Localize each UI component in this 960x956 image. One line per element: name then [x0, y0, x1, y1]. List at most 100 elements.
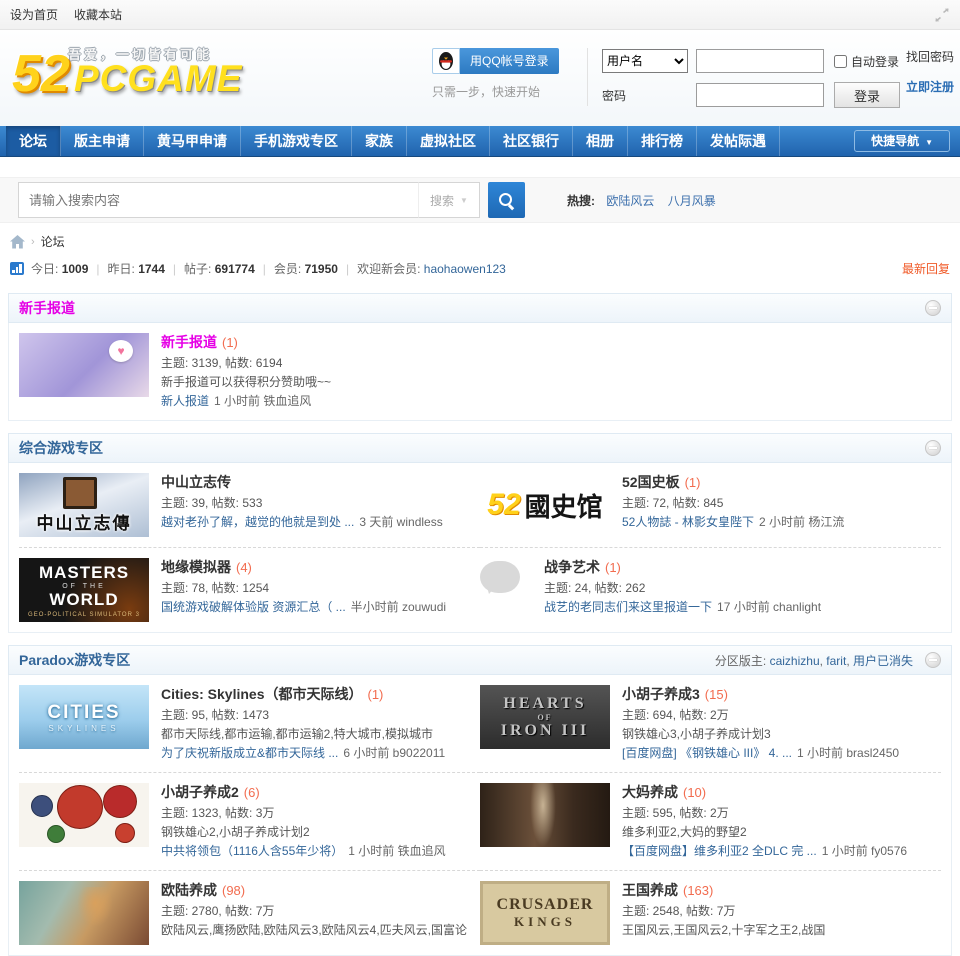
forum-title-link[interactable]: 小胡子养成2 [161, 784, 239, 800]
password-field[interactable] [695, 83, 824, 107]
nav-item[interactable]: 论坛 [6, 126, 61, 156]
section-title[interactable]: 综合游戏专区 [19, 438, 103, 458]
forum-icon[interactable]: MASTERS OF THE WORLD GEO-POLITICAL SIMULATO… [19, 558, 149, 622]
hot-search-link[interactable]: 八月风暴 [668, 194, 716, 208]
forum-title-line: 地缘模拟器 (4) [161, 558, 470, 578]
moderator-link[interactable]: 用户已消失 [853, 654, 913, 668]
forum-lastpost: 国统游戏破解体验版 资源汇总（ ... 半小时前 zouwudi [161, 599, 470, 616]
forum-info: 52国史板 (1) 主题: 72, 帖数: 845 52人物誌 - 林影女皇陛下 2 小… [622, 473, 931, 537]
forum-title-link[interactable]: 小胡子养成3 [622, 686, 700, 702]
forum-stats: 主题: 2780, 帖数: 7万 [161, 904, 275, 918]
forum-icon[interactable] [19, 783, 149, 847]
username-field[interactable] [695, 49, 824, 73]
forum-title-link[interactable]: 大妈养成 [622, 784, 678, 800]
widescreen-toggle-icon[interactable] [934, 7, 950, 22]
forum-title-line: 小胡子养成2 (6) [161, 783, 470, 803]
nav-item[interactable]: 相册 [573, 126, 628, 156]
forum-title-link[interactable]: 地缘模拟器 [161, 559, 231, 575]
login-divider [586, 48, 588, 106]
lastpost-meta: 1 小时前 brasl2450 [797, 746, 900, 760]
lastpost-link[interactable]: [百度网盘] 《钢铁雄心 III》 4. ... [622, 746, 792, 760]
quick-nav-button[interactable]: 快捷导航 ▼ [854, 130, 950, 152]
forum-icon[interactable] [19, 881, 149, 945]
nav-item[interactable]: 手机游戏专区 [241, 126, 352, 156]
forum-lastpost: 52人物誌 - 林影女皇陛下 2 小时前 杨江流 [622, 514, 931, 531]
find-password-link[interactable]: 找回密码 [906, 48, 954, 65]
forum-title-link[interactable]: 新手报道 [161, 334, 217, 350]
forum-image-text: CITIES [47, 701, 121, 723]
breadcrumb-forum-link[interactable]: 论坛 [41, 233, 65, 250]
forum-new-count: (6) [243, 785, 260, 800]
moderator-link[interactable]: farit [826, 654, 846, 668]
countryball-shape [47, 825, 65, 843]
nav-item[interactable]: 虚拟社区 [407, 126, 490, 156]
forum-title-link[interactable]: 战争艺术 [544, 559, 600, 575]
forum-image-text: 中山立志傳 [36, 514, 132, 533]
lastpost-meta: 3 天前 windless [359, 515, 443, 529]
lastpost-link[interactable]: 战艺的老同志们来这里报道一下 [544, 600, 712, 614]
search-type-dropdown[interactable]: 搜索 ▼ [418, 182, 480, 218]
moderators: 分区版主: caizhizhu, farit, 用户已消失 [714, 653, 913, 668]
site-header: 吾爱，一切皆有可能 52 PCGAME 用QQ帐号登录 只需一步，快速开始 用户… [0, 30, 960, 126]
latest-reply-link[interactable]: 最新回复 [902, 260, 950, 277]
qq-login-button[interactable]: 用QQ帐号登录 [460, 48, 559, 74]
lastpost-link[interactable]: 中共将领包（1116人含55年少将） [161, 844, 343, 858]
section-body: ♥ 新手报道 (1) 主题: 3139, 帖数: 6194 新手报道可以获得积分赞助哦~… [8, 323, 952, 421]
hot-search-link[interactable]: 欧陆风云 [606, 194, 654, 208]
forum-title-link[interactable]: 中山立志传 [161, 474, 231, 490]
forum-info: 小胡子养成2 (6) 主题: 1323, 帖数: 3万 钢铁雄心2,小胡子养成计划2 中… [161, 783, 470, 860]
nav-item[interactable]: 发帖际遇 [697, 126, 780, 156]
lastpost-link[interactable]: 国统游戏破解体验版 资源汇总（ ... [161, 600, 346, 614]
forum-icon[interactable] [480, 783, 610, 847]
moderator-link[interactable]: caizhizhu [770, 654, 820, 668]
lastpost-link[interactable]: 【百度网盘】维多利亚2 全DLC 完 ... [622, 844, 817, 858]
set-homepage-link[interactable]: 设为首页 [10, 0, 58, 30]
qq-icon-box [432, 48, 460, 74]
nav-item[interactable]: 黄马甲申请 [144, 126, 241, 156]
search-input[interactable] [18, 182, 418, 218]
collapse-button[interactable] [925, 300, 941, 316]
nav-item[interactable]: 版主申请 [61, 126, 144, 156]
newest-member-link[interactable]: haohaowen123 [424, 262, 506, 276]
section-title[interactable]: 新手报道 [19, 298, 75, 318]
lastpost-link[interactable]: 新人报道 [161, 394, 209, 408]
forum-title-link[interactable]: Cities: Skylines（都市天际线） [161, 686, 363, 702]
forum-image-text: MASTERS [38, 562, 130, 582]
forum-icon[interactable] [480, 558, 532, 622]
nav-item[interactable]: 社区银行 [490, 126, 573, 156]
nav-item[interactable]: 排行榜 [628, 126, 697, 156]
search-icon [499, 192, 514, 208]
forum-icon[interactable]: ♥ [19, 333, 149, 397]
forum-icon[interactable]: HEARTS OF IRON III [480, 685, 610, 749]
collapse-button[interactable] [925, 440, 941, 456]
forum-title-link[interactable]: 欧陆养成 [161, 882, 217, 898]
quick-nav-label: 快捷导航 [871, 134, 920, 148]
register-link[interactable]: 立即注册 [906, 78, 954, 95]
section-header: 综合游戏专区 [8, 433, 952, 463]
section-title[interactable]: Paradox游戏专区 [19, 650, 130, 670]
forum-title-link[interactable]: 王国养成 [622, 882, 678, 898]
forum-icon[interactable]: CITIES SKYLINES [19, 685, 149, 749]
login-button[interactable]: 登录 [833, 82, 900, 108]
collapse-button[interactable] [925, 652, 941, 668]
search-button[interactable] [488, 182, 525, 218]
login-id-type-select[interactable]: 用户名 [601, 49, 688, 73]
qq-penguin-icon [439, 52, 453, 70]
forum-icon[interactable]: 52 國史馆 [480, 473, 610, 537]
forum-icon[interactable]: CRUSADER KINGS [480, 881, 610, 945]
bookmark-site-link[interactable]: 收藏本站 [74, 0, 122, 30]
forum-title-link[interactable]: 52国史板 [622, 474, 680, 490]
auto-login-checkbox[interactable] [833, 54, 847, 68]
heart-bubble-icon: ♥ [109, 340, 133, 362]
lastpost-meta: 半小时前 zouwudi [350, 600, 447, 614]
chart-icon [10, 262, 24, 275]
forum-stats: 主题: 78, 帖数: 1254 [161, 581, 270, 595]
lastpost-link[interactable]: 为了庆祝新版成立&都市天际线 ... [161, 746, 338, 760]
lastpost-link[interactable]: 越对老孙了解，越觉的他就是到处 ... [161, 515, 354, 529]
lastpost-meta: 6 小时前 b9022011 [343, 746, 446, 760]
forum-icon[interactable]: 中山立志傳 [19, 473, 149, 537]
home-icon[interactable] [10, 234, 25, 249]
nav-item[interactable]: 家族 [352, 126, 407, 156]
nav-spacer [780, 126, 854, 156]
lastpost-link[interactable]: 52人物誌 - 林影女皇陛下 [622, 515, 754, 529]
